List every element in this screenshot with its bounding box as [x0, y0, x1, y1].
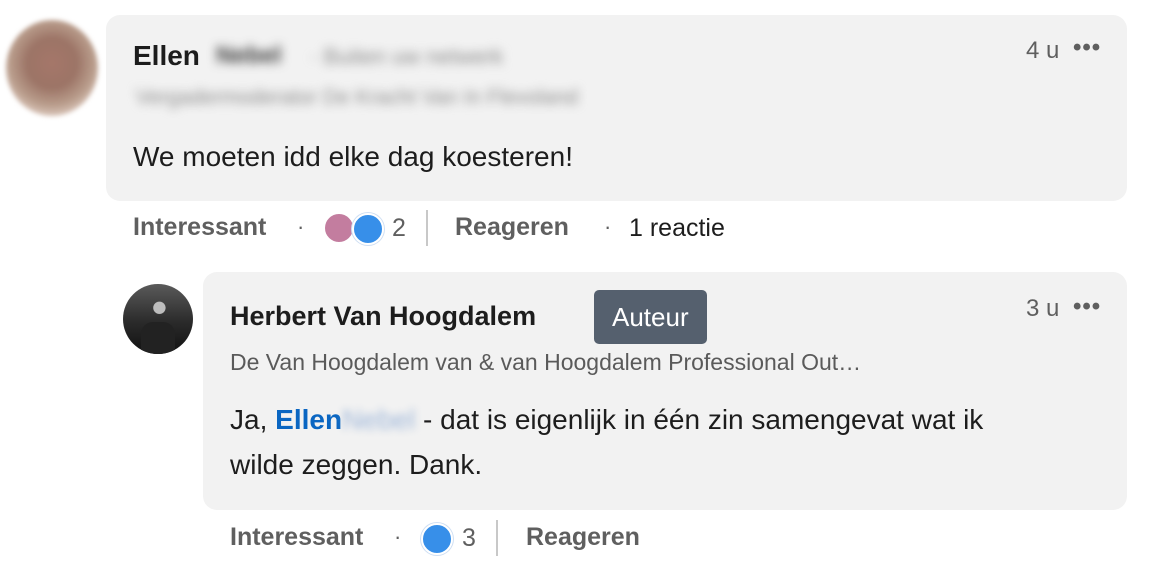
comment-author-network: · Buiten uw netwerk: [310, 44, 504, 69]
reply-like-button[interactable]: Interessant: [230, 523, 363, 552]
comment-author-lastname[interactable]: Nebel: [216, 42, 281, 70]
comment-more-icon[interactable]: •••: [1073, 34, 1101, 62]
like-reaction-icon: [421, 523, 453, 555]
reply-more-icon[interactable]: •••: [1073, 293, 1101, 321]
replies-count-link[interactable]: 1 reactie: [629, 214, 725, 243]
separator-dot: ·: [297, 214, 305, 239]
comment-author-name[interactable]: Ellen: [133, 40, 200, 72]
avatar-ellen[interactable]: [6, 20, 98, 116]
reply-reaction-count[interactable]: 3: [462, 524, 476, 553]
reply-author-headline: De Van Hoogdalem van & van Hoogdalem Pro…: [230, 349, 862, 375]
comment-reaction-count[interactable]: 2: [392, 214, 406, 243]
separator-dot: ·: [394, 524, 402, 549]
reply-text: Ja, EllenNebel - dat is eigenlijk in één…: [230, 397, 1110, 487]
mention-link[interactable]: Ellen: [275, 404, 342, 435]
comment-timestamp: 4 u: [1026, 37, 1060, 64]
reply-text-prefix: Ja,: [230, 404, 276, 435]
like-reaction-icon: [352, 213, 384, 245]
reply-timestamp: 3 u: [1026, 295, 1060, 322]
author-badge: Auteur: [594, 290, 707, 344]
divider: [496, 520, 498, 556]
mention-lastname[interactable]: Nebel: [342, 397, 415, 442]
reply-reply-button[interactable]: Reageren: [526, 523, 640, 552]
avatar-herbert[interactable]: [123, 284, 193, 354]
reply-text-line2: wilde zeggen. Dank.: [230, 449, 483, 480]
comment-reply-button[interactable]: Reageren: [455, 213, 569, 242]
divider: [426, 210, 428, 246]
reply-author-name[interactable]: Herbert Van Hoogdalem: [230, 301, 536, 332]
comment-author-headline: Vergadermoderator De Kracht Van In Flevo…: [136, 86, 579, 109]
comment-text: We moeten idd elke dag koesteren!: [133, 141, 573, 172]
comment-like-button[interactable]: Interessant: [133, 213, 266, 242]
reply-text-rest: - dat is eigenlijk in één zin samengevat…: [415, 404, 984, 435]
love-reaction-icon: [323, 212, 355, 244]
separator-dot: ·: [604, 214, 612, 239]
